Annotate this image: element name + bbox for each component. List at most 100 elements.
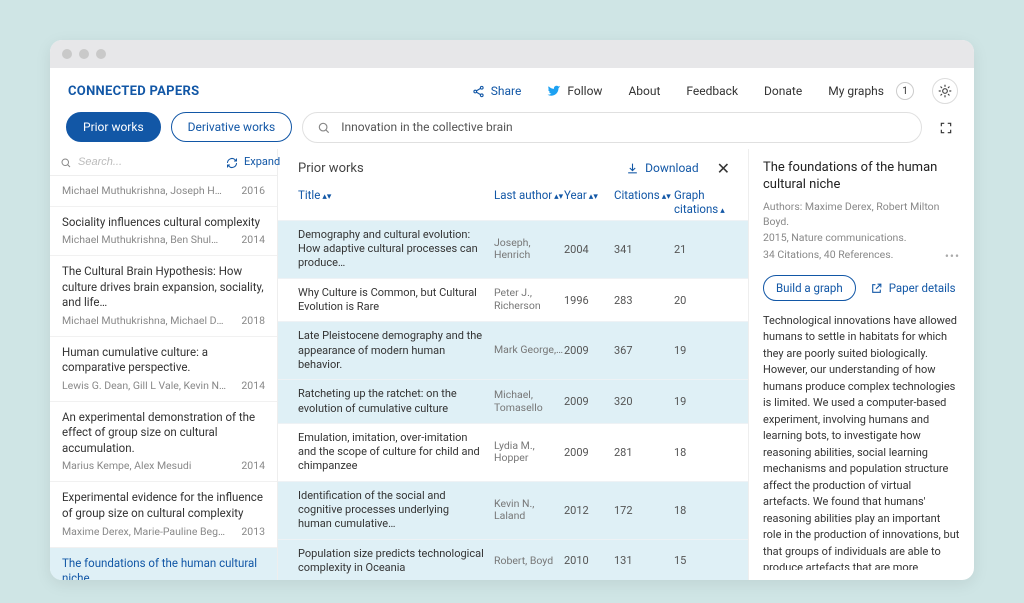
more-menu[interactable]: ••• xyxy=(945,249,960,263)
left-list-item[interactable]: Human cumulative culture: a comparative … xyxy=(50,337,277,402)
list-item-authors: Maxime Derex, Marie-Pauline Beguin, Bern… xyxy=(62,525,227,538)
row-year: 2004 xyxy=(564,243,614,256)
list-item-year: 2013 xyxy=(241,525,265,538)
col-citations[interactable]: Citations▴▾ xyxy=(614,188,674,216)
table-header: Title▴▾ Last author▴▾ Year▴▾ Citations▴▾… xyxy=(278,182,748,220)
left-search-bar: Expand xyxy=(50,149,277,176)
list-item-year: 2014 xyxy=(241,233,265,246)
theme-toggle[interactable] xyxy=(932,78,958,104)
paper-authors: Authors: Maxime Derex, Robert Milton Boy… xyxy=(763,200,960,229)
row-year: 2010 xyxy=(564,554,614,567)
share-link[interactable]: Share xyxy=(472,84,522,98)
expand-link[interactable]: Expand xyxy=(244,155,280,168)
app-window: CONNECTED PAPERS Share Follow About Feed… xyxy=(50,40,974,580)
build-graph-button[interactable]: Build a graph xyxy=(763,275,856,301)
row-citations: 131 xyxy=(614,554,674,567)
row-citations: 172 xyxy=(614,504,674,517)
paper-title: The foundations of the human cultural ni… xyxy=(763,159,960,194)
row-title: Why Culture is Common, but Cultural Evol… xyxy=(298,286,494,315)
table-row[interactable]: Why Culture is Common, but Cultural Evol… xyxy=(278,278,748,322)
middle-header: Prior works Download ✕ xyxy=(278,149,748,182)
fullscreen-icon xyxy=(939,120,953,135)
row-graph-citations: 18 xyxy=(674,504,724,517)
col-title[interactable]: Title▴▾ xyxy=(298,188,494,216)
col-author[interactable]: Last author▴▾ xyxy=(494,188,564,216)
row-year: 2009 xyxy=(564,446,614,459)
paper-pub: 2015, Nature communications. xyxy=(763,231,960,246)
logo[interactable]: CONNECTED PAPERS xyxy=(68,84,199,99)
list-item-year: 2014 xyxy=(241,379,265,392)
download-link[interactable]: Download xyxy=(626,161,698,175)
row-graph-citations: 20 xyxy=(674,294,724,307)
paper-details-link[interactable]: Paper details xyxy=(870,280,956,294)
twitter-icon xyxy=(547,84,561,99)
row-citations: 341 xyxy=(614,243,674,256)
about-link[interactable]: About xyxy=(628,84,660,98)
download-icon xyxy=(626,161,639,175)
open-icon xyxy=(870,280,883,294)
table-row[interactable]: Identification of the social and cogniti… xyxy=(278,481,748,539)
right-panel: The foundations of the human cultural ni… xyxy=(749,149,974,580)
mygraphs-link[interactable]: My graphs 1 xyxy=(828,82,914,100)
table-row[interactable]: Ratcheting up the ratchet: on the evolut… xyxy=(278,379,748,423)
row-title: Demography and cultural evolution: How a… xyxy=(298,228,494,271)
row-graph-citations: 19 xyxy=(674,395,724,408)
list-item-authors: Michael Muthukrishna, Ben Shulman, Vlad… xyxy=(62,233,227,246)
main-search[interactable]: Innovation in the collective brain xyxy=(302,112,922,143)
table-row[interactable]: Emulation, imitation, over-imitation and… xyxy=(278,423,748,481)
row-title: Identification of the social and cogniti… xyxy=(298,489,494,532)
left-list-item[interactable]: The Cultural Brain Hypothesis: How cultu… xyxy=(50,256,277,337)
left-search-input[interactable] xyxy=(78,156,220,168)
left-list-item[interactable]: An experimental demonstration of the eff… xyxy=(50,402,277,483)
refresh-icon[interactable] xyxy=(226,155,238,169)
list-item-year: 2014 xyxy=(241,459,265,472)
fullscreen-button[interactable] xyxy=(932,113,960,141)
left-list-item[interactable]: Michael Muthukrishna, Joseph Henrich 2016 xyxy=(50,176,277,207)
share-icon xyxy=(472,84,485,98)
list-item-title: Sociality influences cultural complexity xyxy=(62,215,265,231)
row-author: Peter J., Richerson xyxy=(494,287,564,312)
row-citations: 283 xyxy=(614,294,674,307)
row-year: 2012 xyxy=(564,504,614,517)
window-dot xyxy=(79,49,89,59)
derivative-works-tab[interactable]: Derivative works xyxy=(171,112,293,142)
list-item-authors: Michael Muthukrishna, Michael Doebeli,… xyxy=(62,314,227,327)
search-icon xyxy=(60,155,72,169)
row-citations: 367 xyxy=(614,344,674,357)
col-year[interactable]: Year▴▾ xyxy=(564,188,614,216)
row-title: Emulation, imitation, over-imitation and… xyxy=(298,431,494,474)
row-year: 2009 xyxy=(564,395,614,408)
close-button[interactable]: ✕ xyxy=(713,159,734,178)
row-graph-citations: 15 xyxy=(674,554,724,567)
left-list-item[interactable]: Experimental evidence for the influence … xyxy=(50,482,277,547)
row-title: Population size predicts technological c… xyxy=(298,547,494,576)
feedback-link[interactable]: Feedback xyxy=(686,84,738,98)
list-item-authors: Michael Muthukrishna, Joseph Henrich xyxy=(62,184,227,197)
prior-works-tab[interactable]: Prior works xyxy=(66,112,161,142)
list-item-authors: Marius Kempe, Alex Mesudi xyxy=(62,459,191,472)
row-year: 1996 xyxy=(564,294,614,307)
sun-icon xyxy=(938,84,952,99)
table-row[interactable]: Population size predicts technological c… xyxy=(278,539,748,580)
follow-link[interactable]: Follow xyxy=(547,84,602,99)
table-row[interactable]: Late Pleistocene demography and the appe… xyxy=(278,321,748,379)
middle-panel: Prior works Download ✕ Title▴▾ Last auth… xyxy=(278,149,749,580)
table-row[interactable]: Demography and cultural evolution: How a… xyxy=(278,220,748,278)
list-item-title: An experimental demonstration of the eff… xyxy=(62,410,265,457)
search-icon xyxy=(317,120,331,135)
list-item-year: 2016 xyxy=(241,184,265,197)
left-list-item[interactable]: The foundations of the human cultural ni… xyxy=(50,548,277,581)
paper-abstract: Technological innovations have allowed h… xyxy=(763,313,960,570)
row-author: Kevin N., Laland xyxy=(494,498,564,523)
mygraphs-count: 1 xyxy=(896,82,914,100)
middle-title: Prior works xyxy=(298,161,364,176)
left-list: Michael Muthukrishna, Joseph Henrich 2016… xyxy=(50,176,277,580)
row-title: Ratcheting up the ratchet: on the evolut… xyxy=(298,387,494,416)
col-graph-citations[interactable]: Graph citations▴ xyxy=(674,188,724,216)
row-author: Mark George,… xyxy=(494,344,564,357)
donate-link[interactable]: Donate xyxy=(764,84,802,98)
list-item-title: Experimental evidence for the influence … xyxy=(62,490,265,521)
row-title: Late Pleistocene demography and the appe… xyxy=(298,329,494,372)
left-list-item[interactable]: Sociality influences cultural complexity… xyxy=(50,207,277,257)
list-item-year: 2018 xyxy=(241,314,265,327)
